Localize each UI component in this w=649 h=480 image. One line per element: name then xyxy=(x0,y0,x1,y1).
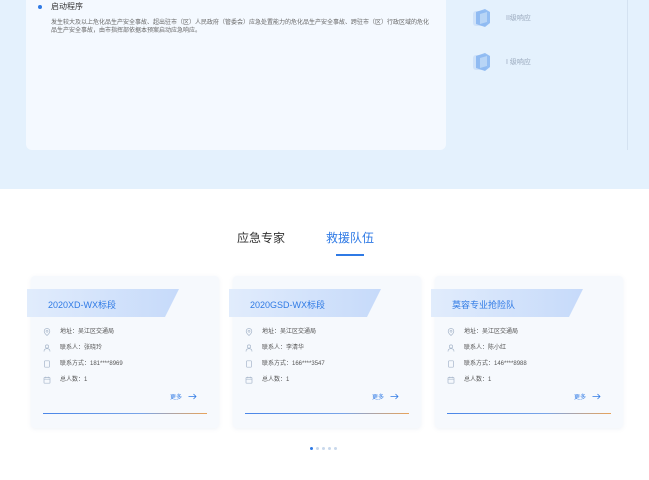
active-tab-indicator xyxy=(336,254,364,256)
location-pin-icon xyxy=(43,328,51,336)
pager-dot[interactable] xyxy=(310,447,313,450)
contact-text: 联系人：陈小红 xyxy=(464,345,507,351)
carousel-pager xyxy=(310,447,340,450)
level-item-1[interactable]: I 级响应 xyxy=(470,50,531,74)
level-item-2[interactable]: II级响应 xyxy=(470,6,531,30)
address-text: 地址：吴江区交通局 xyxy=(60,329,115,335)
phone-text: 联系方式：166****3547 xyxy=(262,361,325,367)
pager-dot[interactable] xyxy=(322,447,325,450)
address-row: 地址：吴江区交通局 xyxy=(43,327,114,337)
person-icon xyxy=(43,344,51,352)
team-name: 2020GSD-WX标段 xyxy=(250,300,326,310)
address-row: 地址：吴江区交通局 xyxy=(245,327,316,337)
count-row: 总人数：1 xyxy=(447,375,491,385)
more-label: 更多 xyxy=(170,395,183,401)
team-name: 2020XD-WX标段 xyxy=(48,300,117,310)
count-text: 总人数：1 xyxy=(464,377,492,383)
card-divider xyxy=(447,413,611,414)
phone-row: 联系方式：146****8988 xyxy=(447,359,527,369)
calendar-icon xyxy=(245,376,253,384)
level-label: I 级响应 xyxy=(506,59,531,66)
phone-icon xyxy=(448,360,454,368)
more-link[interactable]: 更多 xyxy=(574,392,601,401)
shield-cube-icon xyxy=(473,9,490,27)
level-label: II级响应 xyxy=(506,15,531,22)
location-pin-icon xyxy=(447,328,455,336)
more-link[interactable]: 更多 xyxy=(372,392,399,401)
response-section: 启动程序 发生较大及以上危化品生产安全事故、超出驻市（区）人民政府（管委会）应急… xyxy=(0,0,649,189)
procedure-card: 启动程序 发生较大及以上危化品生产安全事故、超出驻市（区）人民政府（管委会）应急… xyxy=(26,0,446,150)
arrow-right-icon xyxy=(592,393,601,400)
tab-rescue-teams[interactable]: 救援队伍 xyxy=(326,230,374,246)
person-icon xyxy=(245,344,253,352)
calendar-icon xyxy=(43,376,51,384)
team-card[interactable]: 莫容专业抢险队 地址：吴江区交通局 联系人：陈小红 联系方式：146****89… xyxy=(431,276,623,428)
more-link[interactable]: 更多 xyxy=(170,392,197,401)
phone-text: 联系方式：146****8988 xyxy=(464,361,527,367)
address-row: 地址：吴江区交通局 xyxy=(447,327,518,337)
response-levels-panel: II级响应 I 级响应 xyxy=(452,0,628,150)
phone-icon xyxy=(246,360,252,368)
procedure-heading: 启动程序 xyxy=(38,2,83,12)
pager-dot[interactable] xyxy=(328,447,331,450)
contact-row: 联系人：张晓玲 xyxy=(43,343,102,353)
more-label: 更多 xyxy=(372,395,385,401)
card-divider xyxy=(245,413,409,414)
count-row: 总人数：1 xyxy=(245,375,289,385)
more-label: 更多 xyxy=(574,395,587,401)
contact-text: 联系人：李清华 xyxy=(262,345,305,351)
procedure-body: 发生较大及以上危化品生产安全事故、超出驻市（区）人民政府（管委会）应急处置能力的… xyxy=(51,20,430,34)
phone-icon xyxy=(44,360,50,368)
contact-text: 联系人：张晓玲 xyxy=(60,345,103,351)
tab-experts[interactable]: 应急专家 xyxy=(237,230,285,246)
contact-row: 联系人：陈小红 xyxy=(447,343,506,353)
phone-row: 联系方式：166****3547 xyxy=(245,359,325,369)
phone-text: 联系方式：181****8969 xyxy=(60,361,123,367)
count-text: 总人数：1 xyxy=(60,377,88,383)
team-card[interactable]: 2020XD-WX标段 地址：吴江区交通局 联系人：张晓玲 联系方式：181**… xyxy=(27,276,219,428)
pager-dot[interactable] xyxy=(334,447,337,450)
team-name: 莫容专业抢险队 xyxy=(452,300,516,310)
calendar-icon xyxy=(447,376,455,384)
pager-dot[interactable] xyxy=(316,447,319,450)
person-icon xyxy=(447,344,455,352)
bullet-dot-icon xyxy=(38,5,42,9)
resource-tabs: 应急专家 救援队伍 xyxy=(0,230,649,258)
phone-row: 联系方式：181****8969 xyxy=(43,359,123,369)
card-divider xyxy=(43,413,207,414)
shield-cube-icon xyxy=(473,53,490,71)
address-text: 地址：吴江区交通局 xyxy=(464,329,519,335)
count-text: 总人数：1 xyxy=(262,377,290,383)
location-pin-icon xyxy=(245,328,253,336)
address-text: 地址：吴江区交通局 xyxy=(262,329,317,335)
count-row: 总人数：1 xyxy=(43,375,87,385)
arrow-right-icon xyxy=(188,393,197,400)
arrow-right-icon xyxy=(390,393,399,400)
procedure-title: 启动程序 xyxy=(51,2,83,11)
team-card[interactable]: 2020GSD-WX标段 地址：吴江区交通局 联系人：李清华 联系方式：166*… xyxy=(229,276,421,428)
contact-row: 联系人：李清华 xyxy=(245,343,304,353)
